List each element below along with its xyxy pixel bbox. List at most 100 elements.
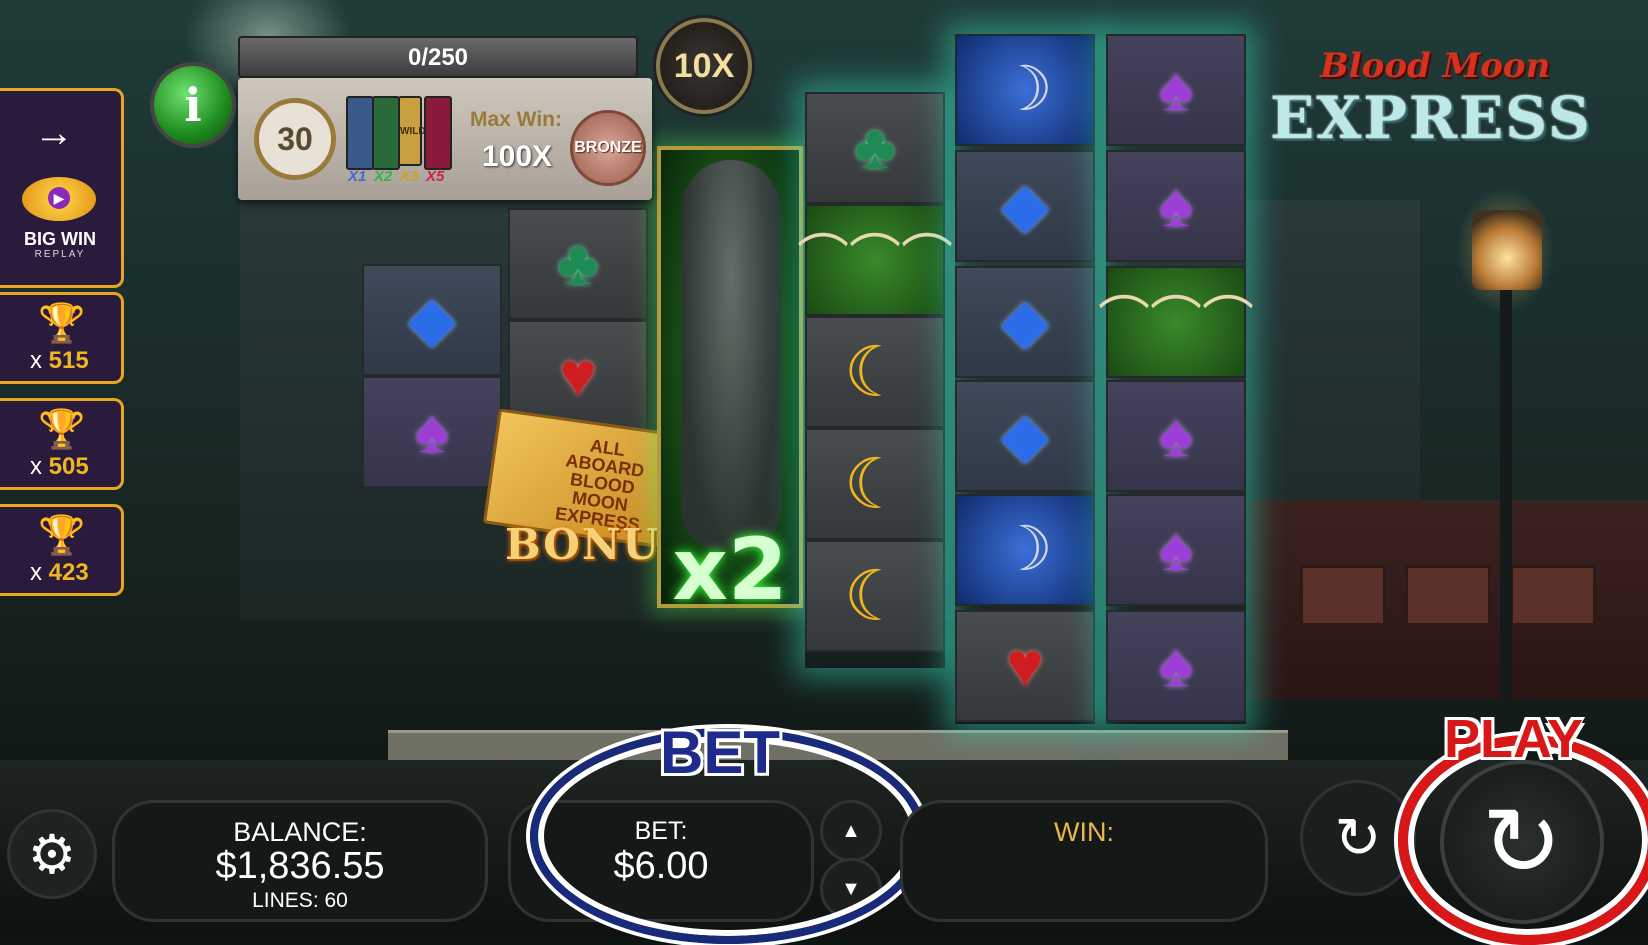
play-title: PLAY [1444,709,1584,769]
feature-info-panel: 30 WILD X1 X2 X3 X5 Max Win: 100X BRONZE [238,78,652,200]
train-window [1510,565,1596,626]
symbol-scythe: ☽ [955,34,1095,146]
win-label: WIN: [1054,817,1114,847]
trophy-icon: 🏆 [38,409,86,451]
symbol-spade: ♠ [362,376,502,488]
symbol-diamond: ◆ [955,266,1095,378]
diamond-icon: ◆ [1001,171,1049,240]
logo-blood-moon: Blood Moon [1320,46,1551,86]
logo-express: EXPRESS [1270,84,1592,152]
trophy-silver[interactable]: 🏆 x 505 [0,398,124,490]
bronze-badge: BRONZE [570,110,646,186]
symbol-spade: ♠ [1106,150,1246,262]
spade-icon: ♠ [1159,55,1193,124]
symbol-scythe: ☽ [955,494,1095,606]
reel-1: ◆ ♠ [362,264,502,494]
spade-icon: ♠ [1159,171,1193,240]
symbol-claws: ⌒⌒⌒ [797,204,953,316]
symbol-spade: ♠ [1106,494,1246,606]
spade-icon: ♠ [1159,401,1193,470]
trophy-count: x 505 [30,453,89,480]
multiplier-badge: 10X [656,18,752,114]
max-win-label: Max Win: [470,108,562,131]
moon-icon: ☾ [843,333,907,411]
bigwin-title: BIG WIN [24,229,96,249]
card-multiplier: X3 [400,168,419,185]
trophy-icon: 🏆 [38,515,86,557]
win-panel: WIN: [900,800,1268,922]
info-button[interactable]: i [150,62,236,148]
symbol-moon: ☾ [805,316,945,428]
balance-panel: BALANCE: $1,836.55 LINES: 60 [112,800,488,922]
club-icon: ♣ [854,113,896,182]
max-win-value: 100X [482,140,553,173]
symbol-club: ♣ [508,208,648,320]
scythe-icon: ☽ [997,515,1053,584]
symbol-diamond: ◆ [955,150,1095,262]
trophy-count: x 515 [30,347,89,374]
reel-5: ☽ ◆ ◆ ◆ ☽ ♥ [955,34,1095,724]
play-icon: ▶ [48,187,70,209]
spin-button[interactable]: ↻ [1440,760,1604,924]
reel-4: ♣ ⌒⌒⌒ ☾ ☾ ☾ [797,92,953,668]
heart-icon: ♥ [1006,631,1044,700]
progress-bar: 0/250 [238,36,638,78]
werewolf-image [681,160,781,550]
card-multiplier: X1 [348,168,367,185]
wild-card [424,96,452,170]
symbol-moon: ☾ [805,428,945,540]
club-icon: ♣ [557,229,599,298]
symbol-heart: ♥ [955,610,1095,722]
train-window [1405,565,1491,626]
balance-label: BALANCE: [233,817,367,847]
symbol-claws: ⌒⌒⌒ [1098,266,1254,378]
spade-icon: ♠ [1159,631,1193,700]
reel-2: ♣ ♥ [508,208,648,438]
wild-card [346,96,374,170]
symbol-spade: ♠ [1106,610,1246,722]
balance-value: $1,836.55 [215,845,385,887]
progress-text: 0/250 [407,44,469,71]
trophy-gold[interactable]: 🏆 x 515 [0,292,124,384]
wolf-multiplier: x2 [672,520,788,620]
claws-icon: ⌒⌒⌒ [797,231,954,289]
settings-gear-icon[interactable]: ⚙ [10,812,94,896]
claws-icon: ⌒⌒⌒ [1098,293,1255,351]
symbol-spade: ♠ [1106,380,1246,492]
spins-counter: 30 [254,98,336,180]
reel-6: ♠ ♠ ⌒⌒⌒ ♠ ♠ ♠ [1098,34,1254,724]
moon-icon: ☾ [843,445,907,523]
sidebar-bigwin-panel[interactable]: → ▶ BIG WIN REPLAY [0,88,124,288]
spin-icon: ↻ [1481,789,1563,896]
lamp-post [1500,250,1512,710]
trophy-icon: 🏆 [38,303,86,345]
moon-icon: ☾ [843,557,907,635]
symbol-club: ♣ [805,92,945,204]
bet-title: BET [660,719,780,786]
spade-icon: ♠ [1159,515,1193,584]
autoplay-icon: ↻ [1334,806,1382,869]
bigwin-subtitle: REPLAY [34,249,86,260]
diamond-icon: ◆ [1001,401,1049,470]
card-multiplier: X5 [426,168,445,185]
diamond-icon: ◆ [408,285,456,354]
wolf-wild-symbol: x2 [657,146,803,620]
spade-icon: ♠ [415,397,449,466]
lines-label: LINES: 60 [252,889,348,912]
symbol-diamond: ◆ [362,264,502,376]
symbol-diamond: ◆ [955,380,1095,492]
heart-icon: ♥ [559,341,597,410]
train-car [1250,500,1648,700]
trophy-bronze[interactable]: 🏆 x 423 [0,504,124,596]
card-multiplier: X2 [374,168,393,185]
symbol-spade: ♠ [1106,34,1246,146]
symbol-moon: ☾ [805,540,945,652]
wild-card: WILD [398,96,426,166]
street-lamp [1472,210,1542,290]
scythe-icon: ☽ [997,55,1053,124]
wild-card [372,96,400,170]
diamond-icon: ◆ [1001,287,1049,356]
wild-cards: WILD X1 X2 X3 X5 [346,96,456,185]
arrow-right-icon[interactable]: → [34,111,74,156]
train-window [1300,565,1386,626]
